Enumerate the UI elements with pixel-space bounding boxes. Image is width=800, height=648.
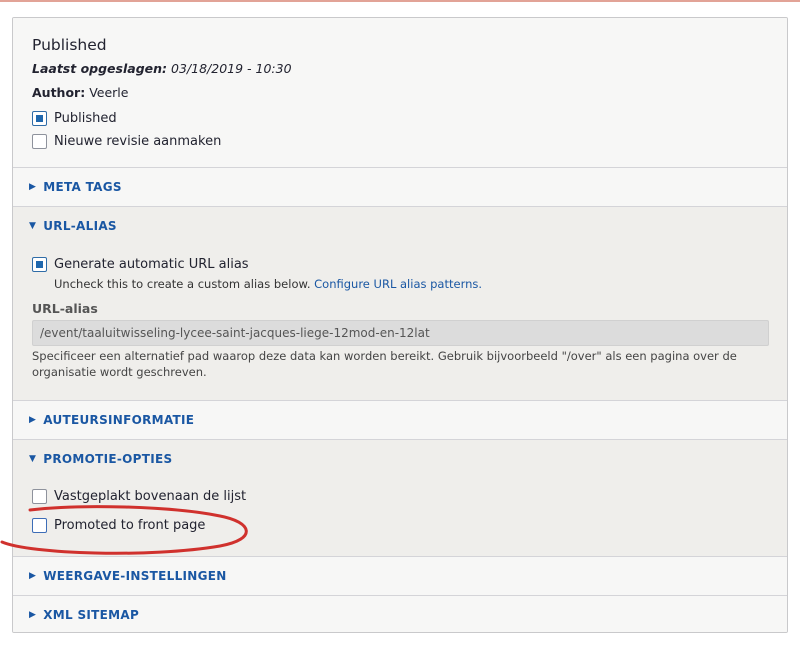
section-promotie-opties-label[interactable]: PROMOTIE-OPTIES (43, 452, 172, 466)
triangle-right-icon: ▶ (29, 415, 37, 425)
auto-alias-option[interactable]: Generate automatic URL alias (32, 257, 249, 272)
section-meta-tags[interactable]: ▶ META TAGS (13, 168, 787, 206)
node-settings-panel: Published Laatst opgeslagen: 03/18/2019 … (12, 17, 788, 633)
last-saved-value: 03/18/2019 - 10:30 (171, 61, 292, 76)
auto-alias-checkbox[interactable] (32, 257, 47, 272)
published-checkbox[interactable] (32, 111, 47, 126)
new-revision-option[interactable]: Nieuwe revisie aanmaken (32, 134, 221, 149)
author-value: Veerle (89, 85, 129, 100)
configure-patterns-link[interactable]: Configure URL alias patterns. (314, 277, 482, 291)
url-alias-body: Generate automatic URL alias Uncheck thi… (13, 245, 787, 400)
section-meta-tags-label[interactable]: META TAGS (43, 180, 122, 194)
section-xml-sitemap[interactable]: ▶ XML SITEMAP (13, 596, 787, 632)
author-label: Author: (32, 85, 86, 100)
promoted-option[interactable]: Promoted to front page (32, 518, 205, 533)
sticky-checkbox[interactable] (32, 489, 47, 504)
section-auteursinformatie-label[interactable]: AUTEURSINFORMATIE (43, 413, 194, 427)
last-saved: Laatst opgeslagen: 03/18/2019 - 10:30 (32, 61, 292, 76)
promoted-label[interactable]: Promoted to front page (54, 518, 205, 533)
promoted-checkbox[interactable] (32, 518, 47, 533)
status-title: Published (32, 36, 107, 54)
new-revision-label[interactable]: Nieuwe revisie aanmaken (54, 134, 221, 149)
new-revision-checkbox[interactable] (32, 134, 47, 149)
sticky-label[interactable]: Vastgeplakt bovenaan de lijst (54, 489, 246, 504)
last-saved-label: Laatst opgeslagen: (32, 61, 168, 76)
author-line: Author: Veerle (32, 85, 128, 100)
status-block: Published Laatst opgeslagen: 03/18/2019 … (13, 18, 787, 168)
section-auteursinformatie[interactable]: ▶ AUTEURSINFORMATIE (13, 401, 787, 439)
section-promotie-opties[interactable]: ▼ PROMOTIE-OPTIES (13, 440, 787, 478)
url-alias-input[interactable]: /event/taaluitwisseling-lycee-saint-jacq… (32, 320, 769, 346)
section-xml-sitemap-label[interactable]: XML SITEMAP (43, 608, 139, 622)
triangle-right-icon: ▶ (29, 182, 37, 192)
published-option[interactable]: Published (32, 111, 117, 126)
auto-alias-description: Uncheck this to create a custom alias be… (54, 277, 482, 291)
url-alias-field-label: URL-alias (32, 301, 98, 316)
triangle-right-icon: ▶ (29, 571, 37, 581)
auto-alias-label[interactable]: Generate automatic URL alias (54, 257, 249, 272)
url-alias-help: Specificeer een alternatief pad waarop d… (32, 349, 737, 379)
top-accent-line (0, 0, 800, 2)
promotie-body: Vastgeplakt bovenaan de lijst Promoted t… (13, 478, 787, 556)
section-weergave-instellingen[interactable]: ▶ WEERGAVE-INSTELLINGEN (13, 557, 787, 595)
auto-alias-desc-text: Uncheck this to create a custom alias be… (54, 277, 311, 291)
sticky-option[interactable]: Vastgeplakt bovenaan de lijst (32, 489, 246, 504)
published-label[interactable]: Published (54, 111, 117, 126)
triangle-down-icon: ▼ (29, 221, 37, 231)
section-url-alias-label[interactable]: URL-ALIAS (43, 219, 117, 233)
section-url-alias[interactable]: ▼ URL-ALIAS (13, 207, 787, 245)
triangle-right-icon: ▶ (29, 610, 37, 620)
triangle-down-icon: ▼ (29, 454, 37, 464)
section-weergave-label[interactable]: WEERGAVE-INSTELLINGEN (43, 569, 226, 583)
